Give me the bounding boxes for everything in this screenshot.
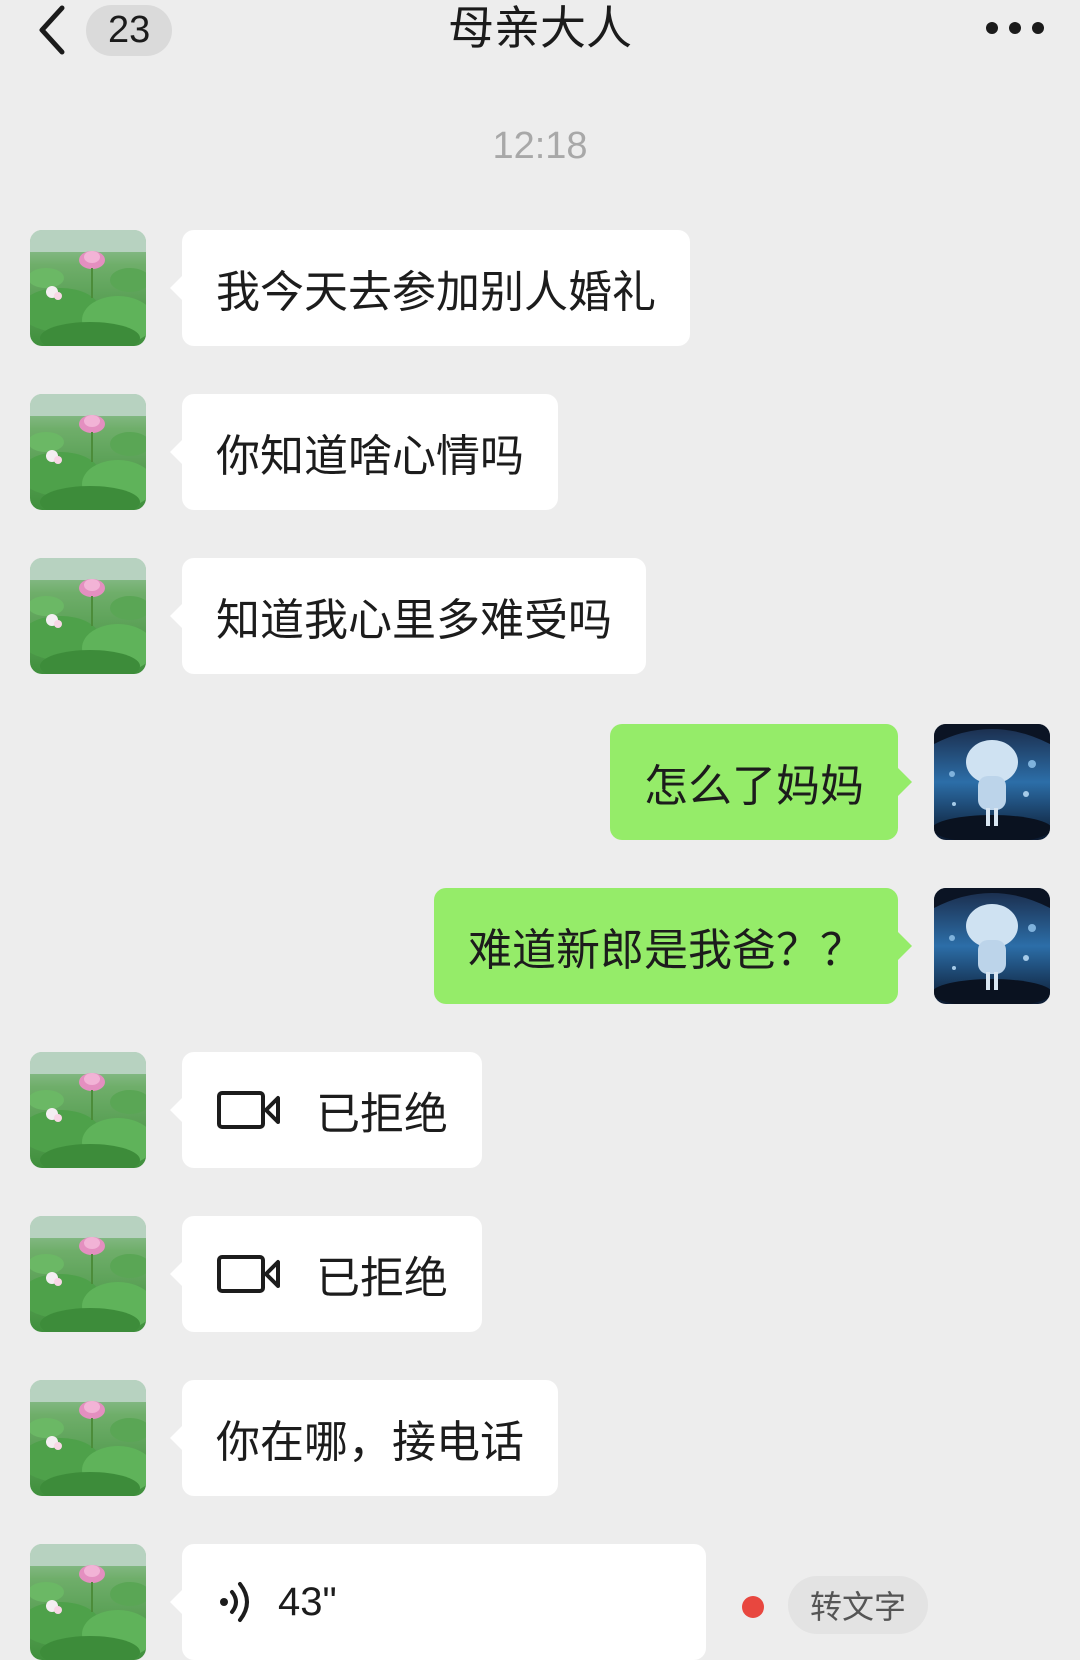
lotus-avatar-image xyxy=(30,1544,146,1660)
lotus-avatar-image xyxy=(30,1380,146,1496)
voice-message-bubble[interactable]: 43" xyxy=(170,1544,706,1660)
contact-avatar[interactable] xyxy=(30,1544,146,1660)
voice-duration: 43" xyxy=(278,1579,337,1624)
contact-avatar[interactable] xyxy=(30,1216,146,1332)
video-camera-icon xyxy=(217,1091,280,1129)
received-message-bubble[interactable]: 你在哪，接电话 xyxy=(170,1380,558,1496)
contact-avatar[interactable] xyxy=(30,230,146,346)
back-button[interactable]: 23 xyxy=(30,0,180,60)
chevron-left-icon xyxy=(39,5,65,55)
ocean-avatar-image xyxy=(934,888,1050,1004)
message-text: 你在哪，接电话 xyxy=(216,1417,524,1468)
more-options-icon[interactable] xyxy=(980,8,1050,48)
video-camera-icon xyxy=(217,1255,280,1293)
message-text: 我今天去参加别人婚礼 xyxy=(216,267,656,318)
message-text: 难道新郎是我爸？？ xyxy=(468,925,864,976)
message-timestamp: 12:18 xyxy=(492,125,588,167)
received-message-bubble[interactable]: 知道我心里多难受吗 xyxy=(170,558,646,674)
sent-message-bubble[interactable]: 难道新郎是我爸？？ xyxy=(434,888,912,1004)
received-message-bubble[interactable]: 你知道啥心情吗 xyxy=(170,394,558,510)
message-text: 怎么了妈妈 xyxy=(644,761,864,812)
contact-avatar[interactable] xyxy=(30,394,146,510)
lotus-avatar-image xyxy=(30,394,146,510)
lotus-avatar-image xyxy=(30,1216,146,1332)
video-call-bubble[interactable]: 已拒绝 xyxy=(170,1216,482,1332)
lotus-avatar-image xyxy=(30,230,146,346)
ocean-avatar-image xyxy=(934,724,1050,840)
contact-avatar[interactable] xyxy=(30,1052,146,1168)
unread-voice-dot xyxy=(742,1596,764,1618)
message-text: 你知道啥心情吗 xyxy=(216,431,524,482)
unread-count-badge: 23 xyxy=(86,4,173,56)
lotus-avatar-image xyxy=(30,1052,146,1168)
voice-wave-icon xyxy=(220,1582,249,1622)
transcribe-button[interactable]: 转文字 xyxy=(788,1576,928,1634)
self-avatar[interactable] xyxy=(934,724,1050,840)
contact-avatar[interactable] xyxy=(30,558,146,674)
message-text: 知道我心里多难受吗 xyxy=(216,595,612,646)
self-avatar[interactable] xyxy=(934,888,1050,1004)
received-message-bubble[interactable]: 我今天去参加别人婚礼 xyxy=(170,230,690,346)
contact-avatar[interactable] xyxy=(30,1380,146,1496)
call-status-text: 已拒绝 xyxy=(316,1089,448,1140)
sent-message-bubble[interactable]: 怎么了妈妈 xyxy=(610,724,912,840)
chat-title: 母亲大人 xyxy=(448,1,632,55)
lotus-avatar-image xyxy=(30,558,146,674)
call-status-text: 已拒绝 xyxy=(316,1253,448,1304)
chat-header: 23 母亲大人 xyxy=(0,0,1080,60)
video-call-bubble[interactable]: 已拒绝 xyxy=(170,1052,482,1168)
